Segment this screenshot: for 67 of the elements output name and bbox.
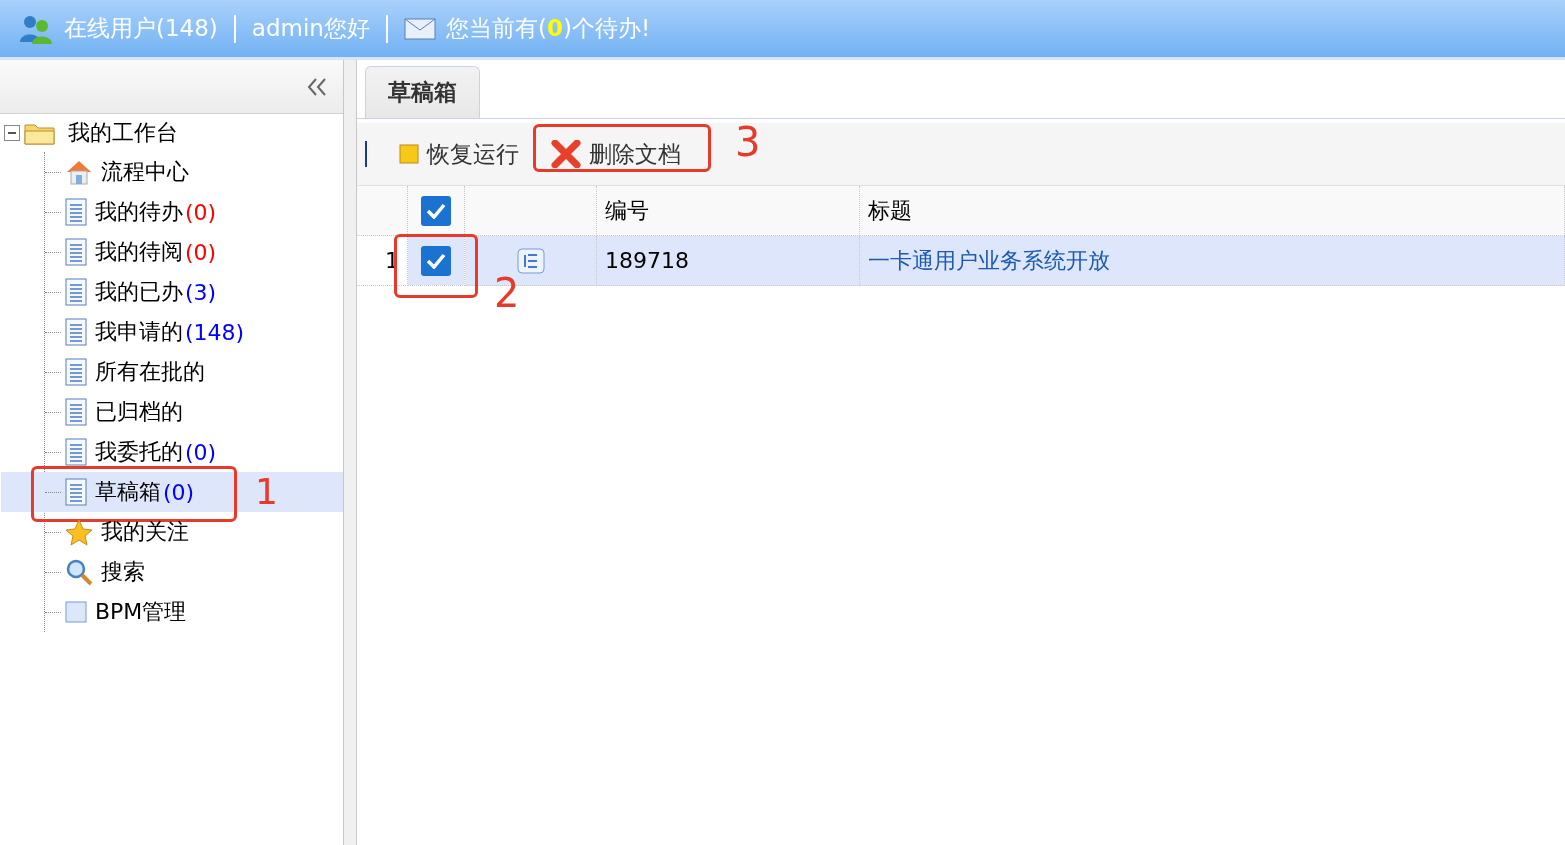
document-icon [65,478,87,506]
column-header[interactable]: 标题 [859,186,1565,236]
tree-item[interactable]: 我的待阅 [93,237,185,267]
tree-item[interactable]: 我委托的 [93,437,185,467]
search-icon [65,558,93,586]
item-count: (148) [185,319,245,345]
users-icon [18,13,54,44]
tree-row[interactable]: BPM管理 [45,592,343,632]
square-icon [399,144,419,164]
table-cell: 189718 [596,235,860,286]
collapse-toggle[interactable] [4,125,20,141]
document-icon [65,398,87,426]
document-icon [65,318,87,346]
tree-row[interactable]: 流程中心 [45,152,343,192]
title-link[interactable]: 一卡通用户业务系统开放 [859,235,1565,286]
checkbox[interactable] [421,195,451,226]
house-icon [65,159,93,185]
collapse-icon[interactable] [307,76,327,97]
tree-item[interactable]: 已归档的 [93,397,185,427]
document-icon [65,198,87,226]
delete-icon [551,140,581,168]
checkmark-icon [426,252,446,269]
item-count: (0) [185,199,217,225]
tree-item[interactable]: 流程中心 [99,157,191,187]
todo-message: 您当前有(0)个待办! [445,14,651,43]
square-icon [65,601,87,623]
resume-button[interactable]: 恢复运行 [389,132,533,176]
mail-icon[interactable] [403,17,436,40]
document-icon [65,358,87,386]
item-count: (3) [185,279,217,305]
tree-item[interactable]: 我的工作台 [66,118,180,148]
annotation-number: 2 [494,270,520,316]
tree-row[interactable]: 草稿箱(0) 1 [1,472,343,512]
tree-item[interactable]: 搜索 [99,557,147,587]
tree-row[interactable]: 搜索 [45,552,343,592]
item-count: (0) [185,439,217,465]
tree-item[interactable]: BPM管理 [93,597,189,627]
tree-item[interactable]: 我申请的 [93,317,185,347]
tree-item[interactable]: 我的待办 [93,197,185,227]
tree-row[interactable]: 我申请的(148) [45,312,343,352]
tree-item[interactable]: 所有在批的 [93,357,207,387]
tree-item[interactable]: 我的关注 [99,517,191,547]
tree-row[interactable]: 我的关注 [45,512,343,552]
item-count: (0) [185,239,217,265]
delete-button[interactable]: 删除文档 [541,132,695,176]
checkbox[interactable] [421,245,451,276]
folder-icon [24,121,56,145]
tab[interactable]: 草稿箱 [365,66,480,118]
tree-row[interactable]: 我的已办(3) [45,272,343,312]
column-header[interactable]: 编号 [596,186,860,236]
document-icon [65,278,87,306]
details-icon[interactable] [516,248,545,274]
document-icon [65,238,87,266]
tree-item[interactable]: 我的已办 [93,277,185,307]
greeting: admin您好 [251,14,370,43]
item-count: (0) [163,479,195,505]
annotation-number: 1 [255,473,278,511]
tree-row[interactable]: 已归档的 [45,392,343,432]
tree-row[interactable]: 我的待办(0) [45,192,343,232]
tree-item[interactable]: 草稿箱 [93,477,163,507]
annotation-number: 3 [735,118,761,165]
tree-row[interactable]: 所有在批的 [45,352,343,392]
tree-row[interactable]: 我的待阅(0) [45,232,343,272]
star-icon [65,518,93,546]
checkmark-icon [426,202,446,219]
document-icon [65,438,87,466]
tree-row[interactable]: 我委托的(0) [45,432,343,472]
